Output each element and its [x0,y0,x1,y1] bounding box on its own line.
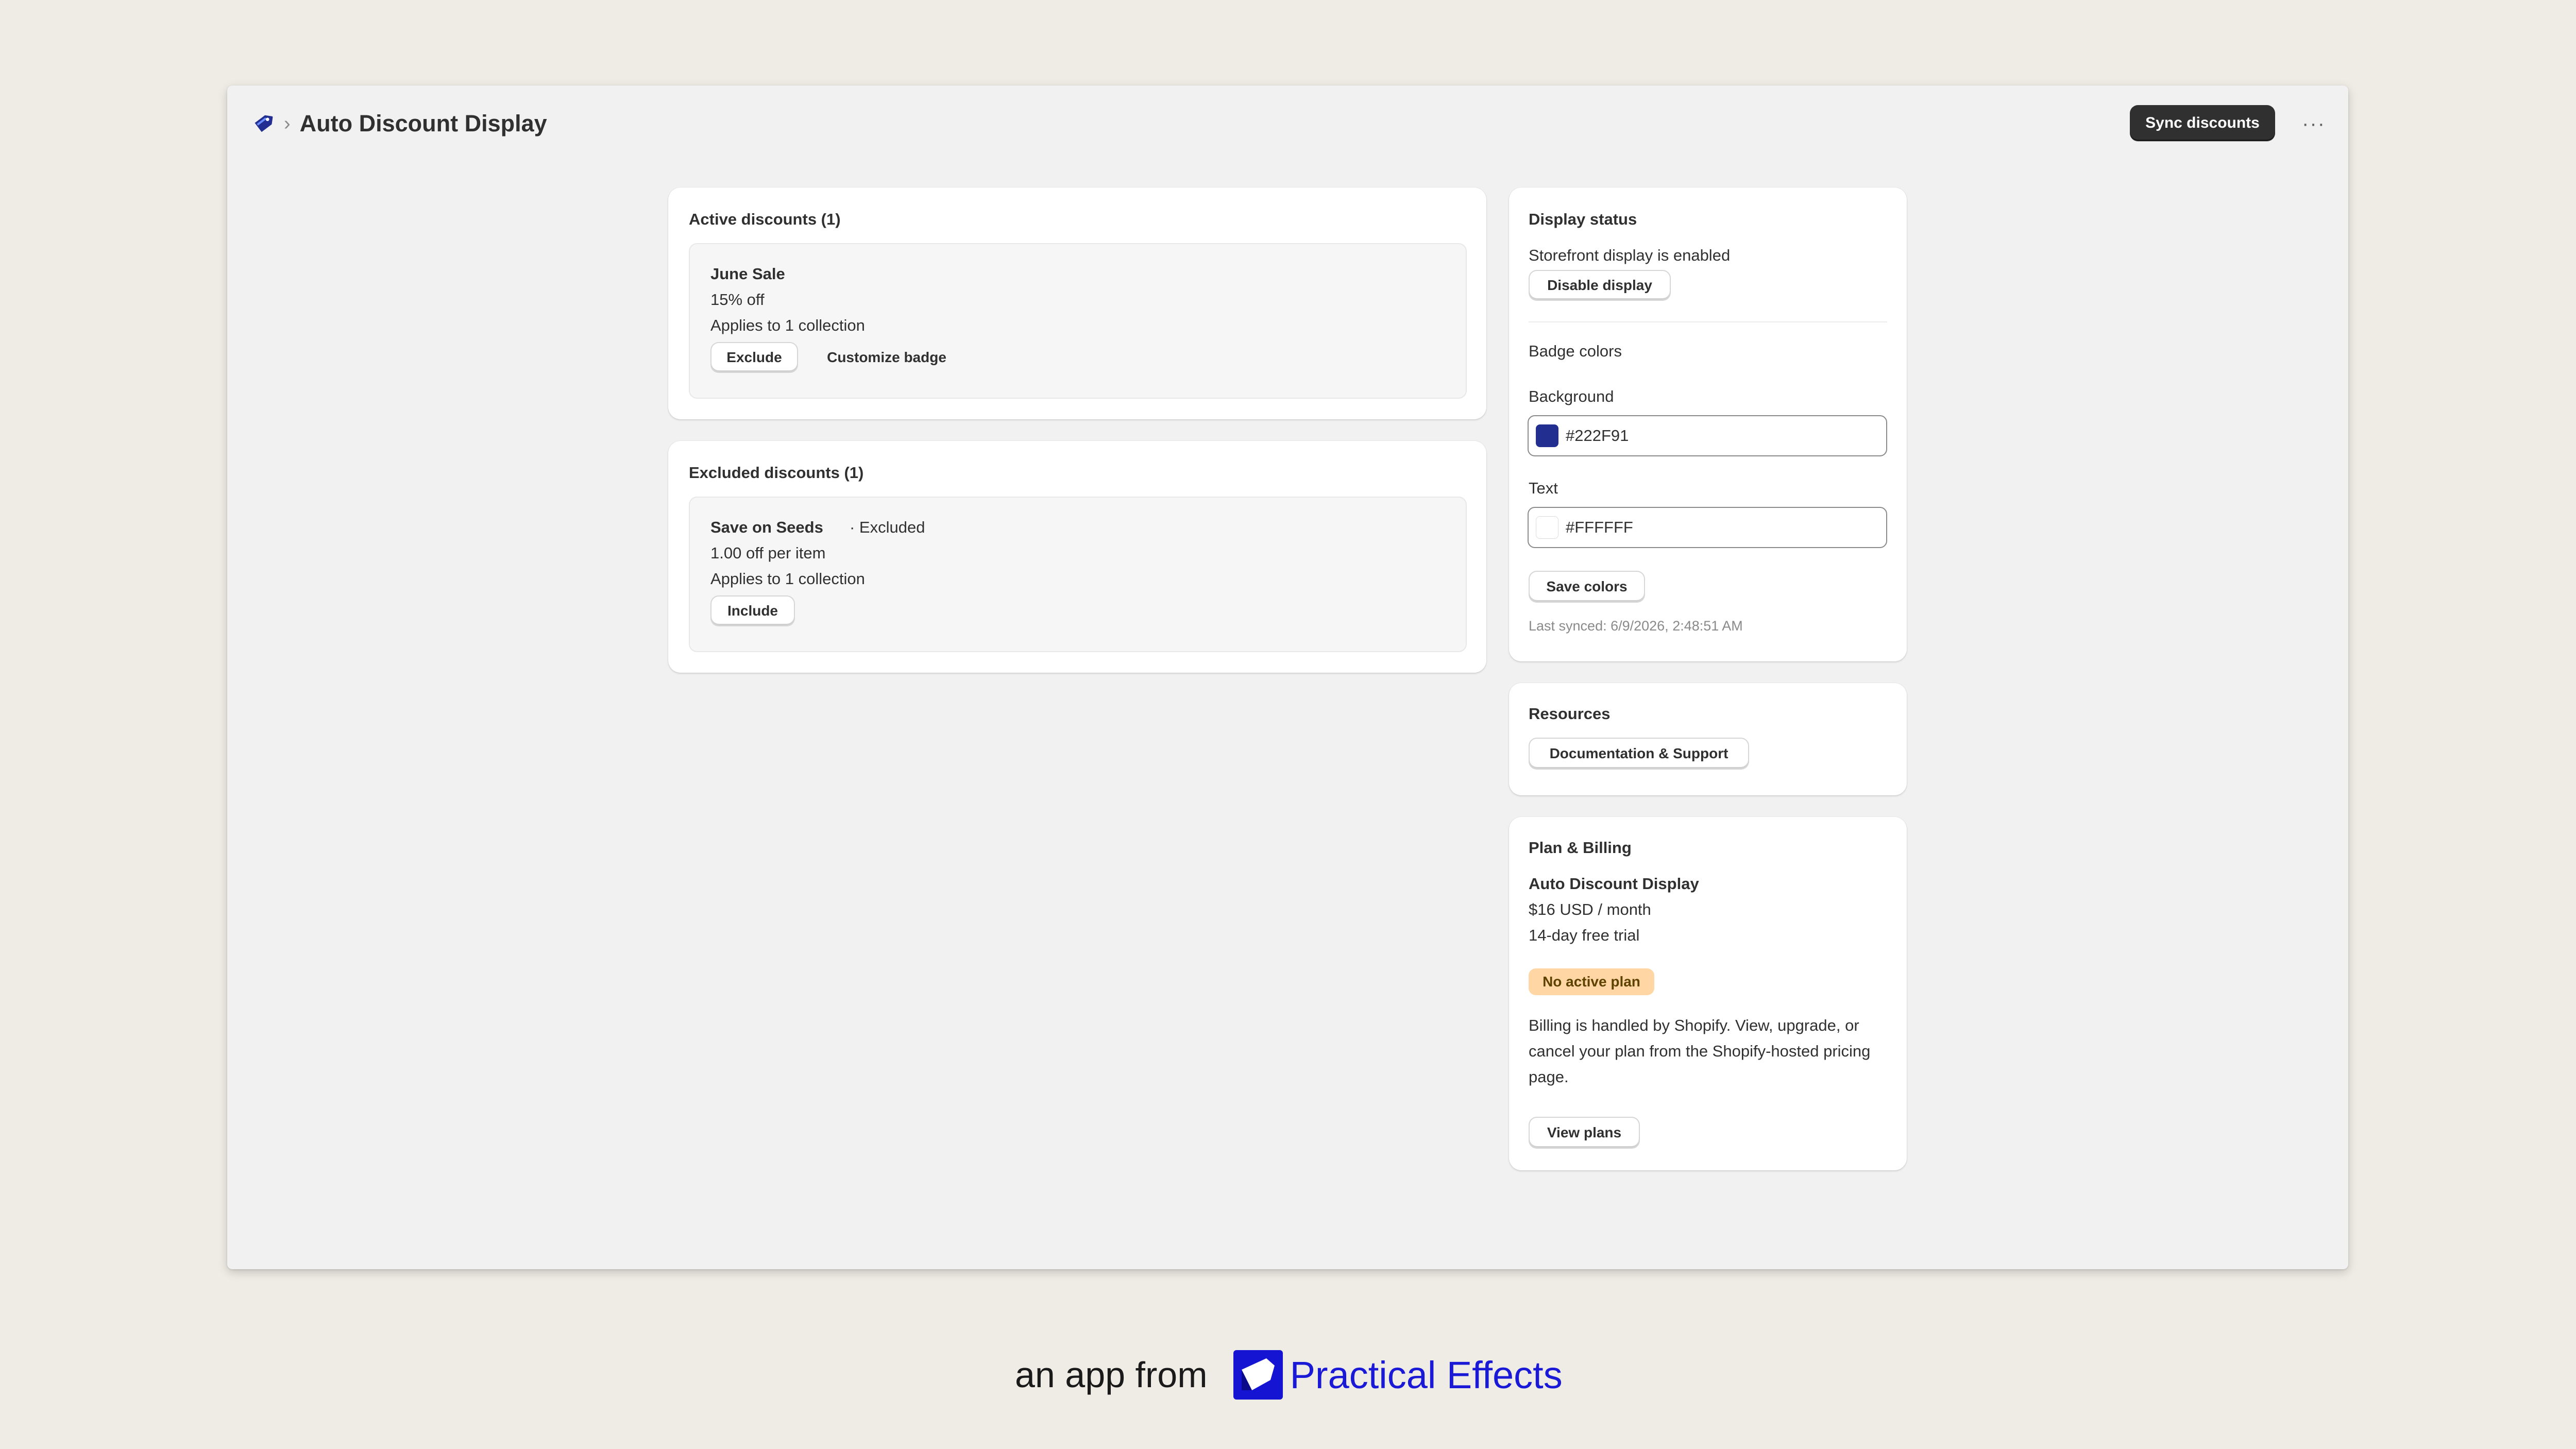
background-color-swatch[interactable] [1536,424,1558,447]
divider [1529,321,1887,322]
breadcrumb: › Auto Discount Display [252,108,547,139]
discount-value: 15% off [710,291,765,309]
status-badge: No active plan [1529,968,1654,995]
tag-icon[interactable] [252,112,275,135]
discount-applies: Applies to 1 collection [710,316,865,334]
background-color-field[interactable]: #222F91 [1528,415,1887,456]
app-window: › Auto Discount Display Sync discounts ·… [227,86,2348,1269]
discount-item: Save on Seeds · Excluded 1.00 off per it… [689,497,1467,652]
excluded-discounts-card: Excluded discounts (1) Save on Seeds · E… [668,441,1486,673]
active-discounts-title: Active discounts (1) [689,210,841,228]
chevron-right-icon: › [284,113,291,134]
include-button[interactable]: Include [711,596,794,625]
sync-discounts-button[interactable]: Sync discounts [2130,105,2275,141]
background-label: Background [1529,387,1614,405]
discount-name: Save on Seeds [710,518,823,536]
plan-billing-title: Plan & Billing [1529,839,1632,857]
plan-price: $16 USD / month [1529,900,1651,918]
discount-name: June Sale [710,265,785,283]
more-horizontal-icon[interactable]: ··· [2298,109,2329,138]
page-title: Auto Discount Display [299,110,547,137]
display-status-card: Display status Storefront display is ena… [1509,187,1907,661]
brand-name[interactable]: Practical Effects [1290,1353,1563,1397]
disable-display-button[interactable]: Disable display [1530,271,1670,300]
excluded-discounts-title: Excluded discounts (1) [689,464,864,482]
exclude-button[interactable]: Exclude [711,343,797,372]
footer-prefix: an app from [1015,1355,1208,1395]
badge-colors-heading: Badge colors [1529,342,1622,360]
background-color-value: #222F91 [1566,427,1629,445]
billing-description: Billing is handled by Shopify. View, upg… [1529,1016,1871,1086]
resources-title: Resources [1529,705,1611,723]
save-colors-button[interactable]: Save colors [1530,572,1644,602]
discount-item: June Sale 15% off Applies to 1 collectio… [689,243,1467,399]
display-status-text: Storefront display is enabled [1529,246,1731,264]
display-status-title: Display status [1529,210,1637,228]
plan-name: Auto Discount Display [1529,875,1699,893]
discount-applies: Applies to 1 collection [710,570,865,588]
practical-effects-logo-icon [1233,1350,1283,1400]
last-synced-text: Last synced: 6/9/2026, 2:48:51 AM [1529,618,1743,634]
active-discounts-card: Active discounts (1) June Sale 15% off A… [668,187,1486,419]
footer: an app from Practical Effects [1015,1346,1563,1403]
documentation-support-button[interactable]: Documentation & Support [1530,739,1748,769]
text-color-field[interactable]: #FFFFFF [1528,507,1887,548]
resources-card: Resources Documentation & Support [1509,683,1907,795]
view-plans-button[interactable]: View plans [1530,1118,1639,1148]
text-color-swatch[interactable] [1536,516,1558,539]
text-color-value: #FFFFFF [1566,518,1633,536]
discount-value: 1.00 off per item [710,544,826,562]
plan-billing-card: Plan & Billing Auto Discount Display $16… [1509,817,1907,1170]
plan-trial: 14-day free trial [1529,926,1640,944]
customize-badge-button[interactable]: Customize badge [816,343,958,372]
text-label: Text [1529,479,1558,497]
excluded-status: · Excluded [850,518,925,536]
